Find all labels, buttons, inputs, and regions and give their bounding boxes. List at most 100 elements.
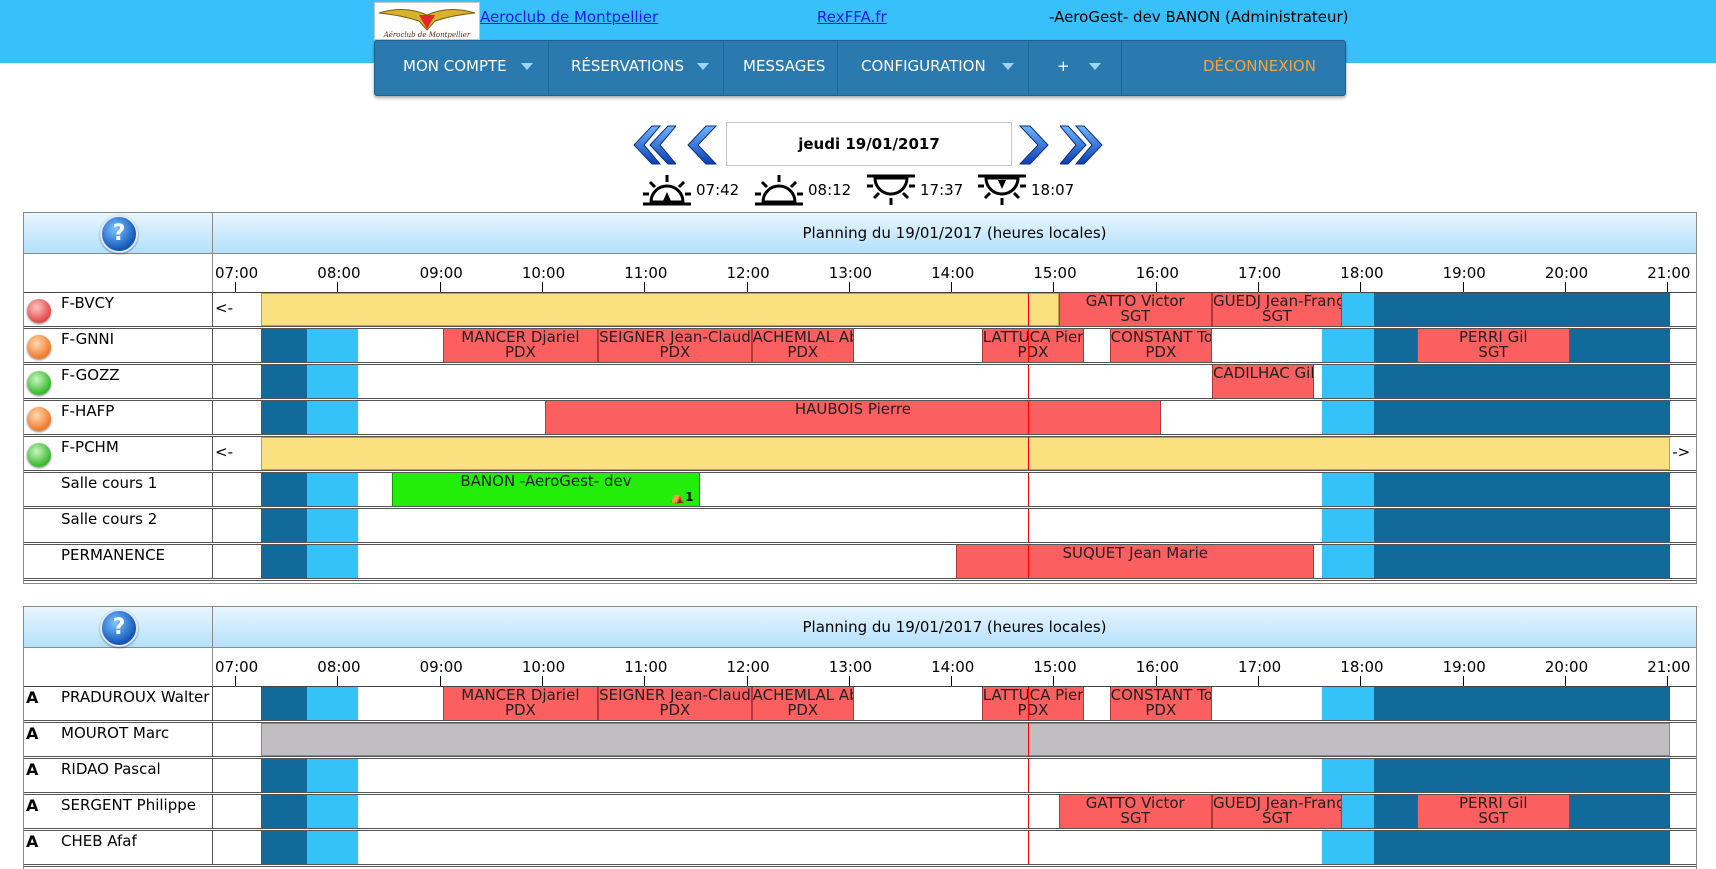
- help-icon[interactable]: ?: [100, 215, 138, 253]
- chevron-down-icon: [697, 63, 709, 70]
- instructor-badge: A: [26, 796, 39, 815]
- scroll-right-arrow[interactable]: ->: [1672, 443, 1690, 461]
- menu-plus[interactable]: +: [1029, 41, 1122, 95]
- reservation-block[interactable]: MANCER Djariel PDX: [442, 329, 599, 362]
- reservation-code: SGT: [1262, 809, 1292, 827]
- reservation-block[interactable]: SEIGNER Jean-Claude PDX: [598, 329, 752, 362]
- reservation-block[interactable]: HAUBOIS Pierre: [544, 401, 1161, 434]
- timeline-track[interactable]: MANCER Djariel PDX SEIGNER Jean-Claude PDX A…: [213, 329, 1696, 362]
- row-name[interactable]: F-GNNI: [61, 330, 114, 348]
- night-band: [1373, 473, 1671, 506]
- next-day-icon[interactable]: [1018, 124, 1052, 166]
- reservation-block[interactable]: BANON -AeroGest- dev ⛺1: [391, 473, 701, 506]
- row-name[interactable]: F-PCHM: [61, 438, 119, 456]
- reservation-block[interactable]: PERRI Gil SGT: [1416, 795, 1570, 828]
- current-time-marker: [1027, 831, 1029, 864]
- time-tick-label: 20:00: [1544, 264, 1589, 282]
- reservation-code: PDX: [659, 701, 691, 719]
- time-axis-spacer: [24, 254, 213, 292]
- reservation-block[interactable]: GATTO Victor SGT: [1058, 795, 1212, 828]
- rexffa-link[interactable]: RexFFA.fr: [817, 8, 887, 26]
- row-name[interactable]: F-GOZZ: [61, 366, 120, 384]
- reservation-block[interactable]: LATTUCA Pier PDX: [981, 687, 1085, 720]
- wings-logo-icon: Aéroclub de Montpellier: [378, 9, 476, 39]
- menu-reservations[interactable]: RÉSERVATIONS: [549, 41, 724, 95]
- time-tick-label: 21:00: [1647, 264, 1691, 282]
- reservation-code: PDX: [504, 343, 536, 361]
- timeline-track[interactable]: [213, 831, 1696, 864]
- row-label: F-HAFP: [24, 401, 213, 434]
- row-name[interactable]: MOUROT Marc: [61, 724, 169, 742]
- timeline-track[interactable]: SUQUET Jean Marie: [213, 545, 1696, 578]
- timeline-track[interactable]: [213, 759, 1696, 792]
- row-label: Salle cours 2: [24, 509, 213, 542]
- timeline-track[interactable]: GATTO Victor SGT GUEDJ Jean-Franç SGT <-: [213, 293, 1696, 326]
- reservation-block[interactable]: GATTO Victor SGT: [1058, 293, 1212, 326]
- reservation-block[interactable]: SUQUET Jean Marie: [956, 545, 1315, 578]
- time-tick-mark: [1667, 282, 1669, 292]
- timeline-track[interactable]: BANON -AeroGest- dev ⛺1: [213, 473, 1696, 506]
- time-tick-mark: [644, 676, 646, 686]
- twilight-band: [1322, 401, 1374, 434]
- logout-link[interactable]: DÉCONNEXION: [1203, 41, 1316, 91]
- row-name[interactable]: Salle cours 2: [61, 510, 157, 528]
- instructor-row: A SERGENT Philippe GATTO Victor SGT GUEDJ Je…: [24, 795, 1696, 831]
- reservation-block[interactable]: CADILHAC Gil: [1211, 365, 1315, 398]
- twilight-band: [306, 365, 358, 398]
- time-tick-mark: [439, 676, 441, 686]
- reservation-block[interactable]: PERRI Gil SGT: [1416, 329, 1570, 362]
- twilight-band: [1322, 365, 1374, 398]
- reservation-code: SGT: [1478, 809, 1509, 827]
- timeline-track[interactable]: CADILHAC Gil: [213, 365, 1696, 398]
- next-week-icon[interactable]: [1060, 124, 1106, 166]
- row-name[interactable]: CHEB Afaf: [61, 832, 137, 850]
- row-name[interactable]: RIDAO Pascal: [61, 760, 161, 778]
- menu-account[interactable]: MON COMPTE: [375, 41, 549, 95]
- reservation-block[interactable]: ACHEMLAL Ab PDX: [751, 687, 854, 720]
- row-name[interactable]: Salle cours 1: [61, 474, 157, 492]
- timeline-track[interactable]: GATTO Victor SGT GUEDJ Jean-Franç SGT PERRI …: [213, 795, 1696, 828]
- reservation-block[interactable]: LATTUCA Pier PDX: [981, 329, 1085, 362]
- reservation-block[interactable]: GUEDJ Jean-Franç SGT: [1211, 795, 1342, 828]
- timeline-track[interactable]: <- ->: [213, 437, 1696, 470]
- row-name[interactable]: PERMANENCE: [61, 546, 165, 564]
- reservation-code: SGT: [1120, 809, 1151, 827]
- menu-account-label: MON COMPTE: [403, 57, 507, 75]
- timeline-track[interactable]: MANCER Djariel PDX SEIGNER Jean-Claude PDX A…: [213, 687, 1696, 720]
- club-logo[interactable]: Aéroclub de Montpellier: [374, 2, 480, 40]
- row-name[interactable]: F-HAFP: [61, 402, 114, 420]
- previous-day-icon[interactable]: [684, 124, 718, 166]
- row-name[interactable]: PRADUROUX Walter: [61, 688, 209, 706]
- reservation-block[interactable]: MANCER Djariel PDX: [442, 687, 599, 720]
- reservation-block[interactable]: GUEDJ Jean-Franç SGT: [1211, 293, 1342, 326]
- chevron-down-icon: [1089, 63, 1101, 70]
- scroll-left-arrow[interactable]: <-: [215, 443, 233, 461]
- reservation-code: PDX: [504, 701, 536, 719]
- timeline-track[interactable]: [213, 723, 1696, 756]
- current-date[interactable]: jeudi 19/01/2017: [726, 122, 1012, 166]
- previous-week-icon[interactable]: [630, 124, 676, 166]
- time-tick-label: 07:00: [215, 658, 259, 676]
- twilight-band: [1322, 831, 1374, 864]
- time-tick-label: 12:00: [726, 658, 770, 676]
- time-tick-mark: [746, 676, 748, 686]
- time-tick-mark: [235, 282, 236, 292]
- menu-messages[interactable]: MESSAGES: [724, 41, 838, 95]
- instructor-row: A CHEB Afaf: [24, 831, 1696, 867]
- night-band: [1373, 759, 1671, 792]
- row-name[interactable]: SERGENT Philippe: [61, 796, 196, 814]
- time-axis: 07:00 08:00 09:00 10:00 11:00 12:00 13:00 14:00…: [24, 254, 1696, 293]
- reservation-block[interactable]: SEIGNER Jean-Claude PDX: [598, 687, 752, 720]
- reservation-block[interactable]: CONSTANT To PDX: [1109, 329, 1212, 362]
- club-link[interactable]: Aeroclub de Montpellier: [480, 8, 658, 26]
- timeline-track[interactable]: [213, 509, 1696, 542]
- reservation-block[interactable]: ACHEMLAL Ab PDX: [751, 329, 854, 362]
- row-name[interactable]: F-BVCY: [61, 294, 114, 312]
- timeline-track[interactable]: HAUBOIS Pierre: [213, 401, 1696, 434]
- reservation-code: PDX: [1145, 701, 1177, 719]
- scroll-left-arrow[interactable]: <-: [215, 299, 233, 317]
- help-icon[interactable]: ?: [100, 609, 138, 647]
- night-band: [260, 365, 307, 398]
- menu-configuration[interactable]: CONFIGURATION: [838, 41, 1029, 95]
- reservation-block[interactable]: CONSTANT To PDX: [1109, 687, 1212, 720]
